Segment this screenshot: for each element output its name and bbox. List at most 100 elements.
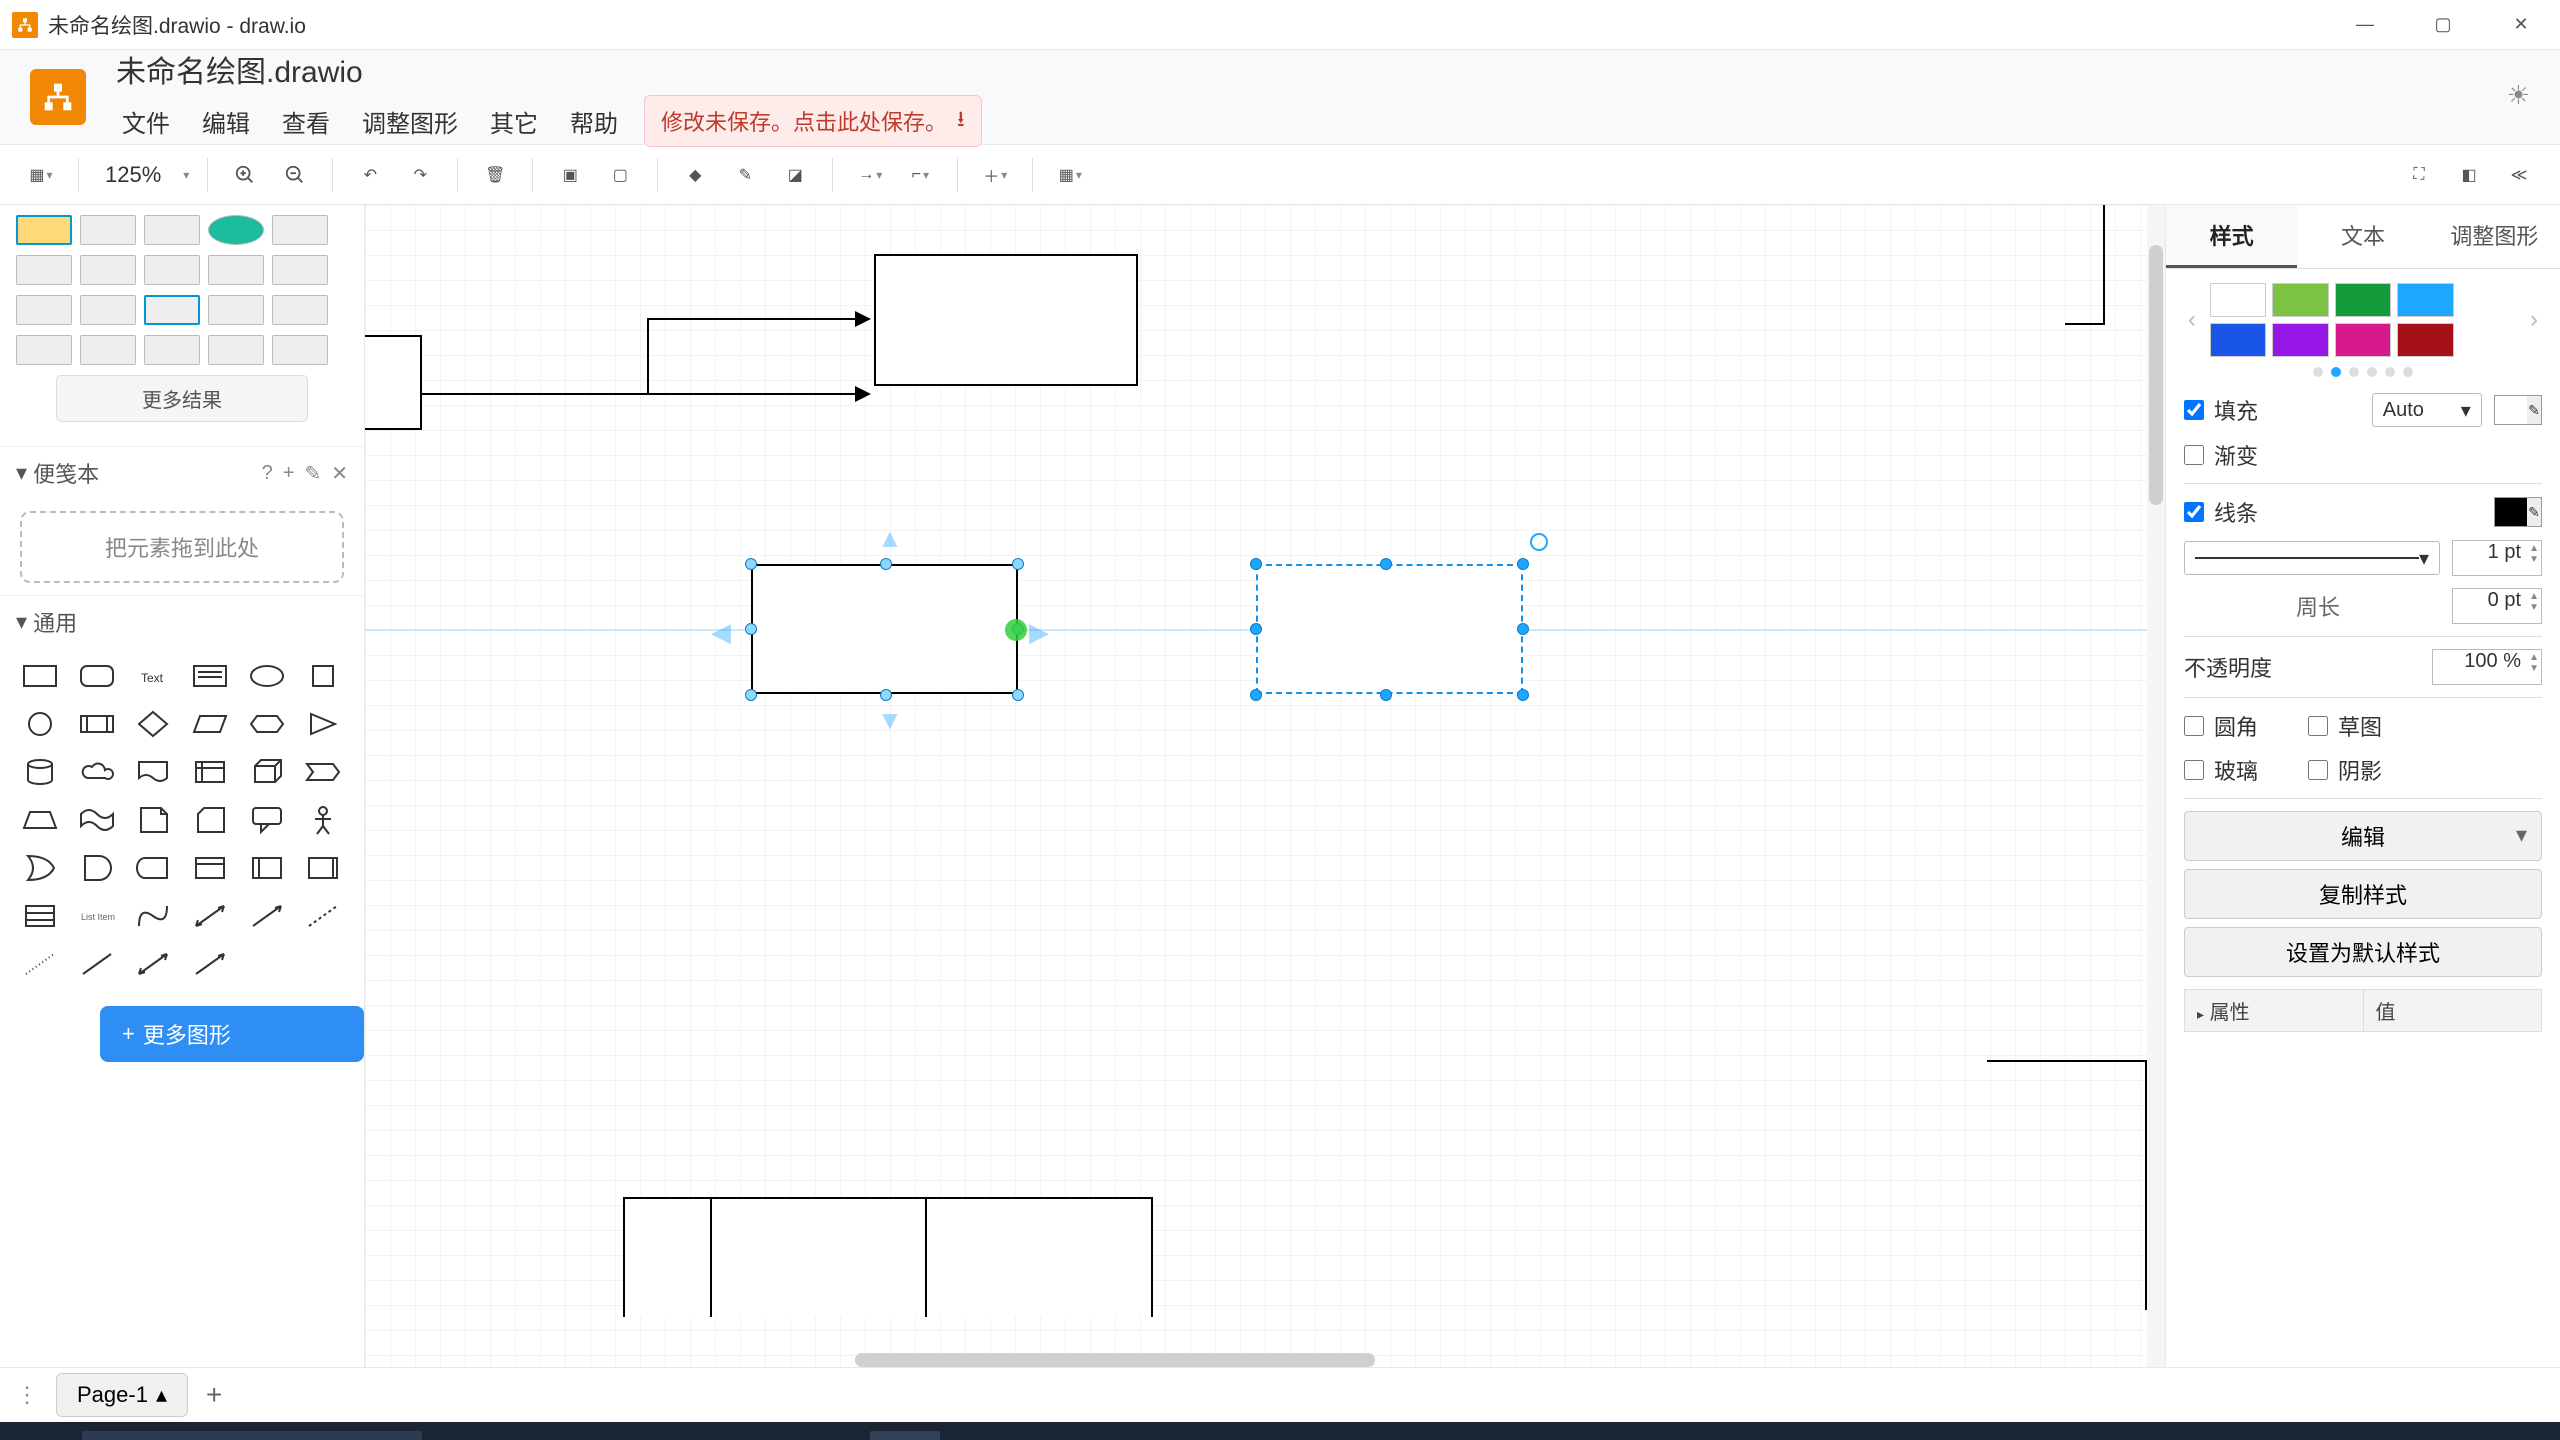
direction-hint-icon[interactable]: ▲ xyxy=(877,523,903,554)
shape-dotline[interactable] xyxy=(16,944,64,984)
fill-color-icon[interactable]: ◆ xyxy=(676,156,714,194)
general-header[interactable]: ▾ 通用 xyxy=(0,595,364,648)
connection-icon[interactable]: →▾ xyxy=(851,156,889,194)
taskbar-wps[interactable]: W xyxy=(722,1431,792,1440)
to-back-icon[interactable]: ▢ xyxy=(601,156,639,194)
canvas-scrollbar-h[interactable] xyxy=(855,1353,1375,1367)
shape-cylinder[interactable] xyxy=(16,752,64,792)
shape-text[interactable]: Text xyxy=(129,656,177,696)
minimize-button[interactable]: — xyxy=(2326,0,2404,50)
shape-parallelogram[interactable] xyxy=(186,704,234,744)
shape-thumb[interactable] xyxy=(80,255,136,285)
tab-style[interactable]: 样式 xyxy=(2166,205,2297,268)
view-dropdown[interactable]: ▦▾ xyxy=(22,156,60,194)
menu-edit[interactable]: 编辑 xyxy=(196,100,256,143)
taskbar-app[interactable]: 📘 xyxy=(648,1431,718,1440)
shape-note[interactable] xyxy=(129,800,177,840)
shape-bidir[interactable] xyxy=(129,944,177,984)
taskbar-search[interactable]: 🔍搜索 xyxy=(82,1431,422,1440)
shape-arrow[interactable] xyxy=(243,896,291,936)
taskbar-app[interactable]: 🎨 xyxy=(426,1431,496,1440)
shadow-toggle[interactable]: 阴影 xyxy=(2308,754,2382,786)
menu-file[interactable]: 文件 xyxy=(116,100,176,143)
scratchpad-drop[interactable]: 把元素拖到此处 xyxy=(20,511,344,583)
shape-and[interactable] xyxy=(73,848,121,888)
swatch[interactable] xyxy=(2210,283,2266,317)
shape-tape[interactable] xyxy=(73,800,121,840)
shape-thumb[interactable] xyxy=(144,295,200,325)
shape-thumb[interactable] xyxy=(208,335,264,365)
shape-thumb[interactable] xyxy=(80,335,136,365)
waypoint-icon[interactable]: ⌐▾ xyxy=(901,156,939,194)
to-front-icon[interactable]: ▣ xyxy=(551,156,589,194)
shape-circle[interactable] xyxy=(16,704,64,744)
line-style-select[interactable]: ▾ xyxy=(2184,541,2440,575)
shape-thumb[interactable] xyxy=(144,215,200,245)
shape-document[interactable] xyxy=(129,752,177,792)
swatch[interactable] xyxy=(2335,283,2391,317)
shape-thumb[interactable] xyxy=(16,255,72,285)
clock[interactable]: 10:54 PM 12/29/2023 xyxy=(2405,1437,2505,1440)
edge[interactable] xyxy=(647,318,857,320)
fill-color-chip[interactable]: ✎ xyxy=(2494,395,2542,425)
taskbar-app[interactable]: S xyxy=(796,1431,866,1440)
shape-container[interactable] xyxy=(186,848,234,888)
redo-icon[interactable]: ↷ xyxy=(401,156,439,194)
connection-point[interactable] xyxy=(1005,619,1027,641)
shape-or[interactable] xyxy=(16,848,64,888)
shape-step[interactable] xyxy=(299,752,347,792)
shape-thumb[interactable] xyxy=(144,255,200,285)
shape-textbox[interactable] xyxy=(186,656,234,696)
shape-thumb[interactable] xyxy=(208,255,264,285)
shadow-icon[interactable]: ◪ xyxy=(776,156,814,194)
diagram-rect[interactable] xyxy=(751,564,1018,694)
pages-menu-icon[interactable]: ⋮ xyxy=(16,1382,38,1408)
shape-curve[interactable] xyxy=(129,896,177,936)
perimeter-input[interactable]: 0 pt▲▼ xyxy=(2452,588,2542,624)
shape-callout[interactable] xyxy=(243,800,291,840)
opacity-input[interactable]: 100 %▲▼ xyxy=(2432,649,2542,685)
fill-toggle[interactable]: 填充 xyxy=(2184,394,2258,426)
swatch-prev[interactable]: ‹ xyxy=(2184,306,2200,334)
menu-view[interactable]: 查看 xyxy=(276,100,336,143)
maximize-button[interactable]: ▢ xyxy=(2404,0,2482,50)
start-button[interactable]: ⊞ xyxy=(8,1431,78,1440)
shape-diamond[interactable] xyxy=(129,704,177,744)
collapse-icon[interactable]: ≪ xyxy=(2500,156,2538,194)
shape-thumb[interactable] xyxy=(208,215,264,245)
document-title[interactable]: 未命名绘图.drawio xyxy=(116,47,982,91)
zoom-in-icon[interactable] xyxy=(226,156,264,194)
more-shapes-button[interactable]: +更多图形 xyxy=(100,1006,364,1062)
shape-thumb[interactable] xyxy=(16,295,72,325)
line-width-input[interactable]: 1 pt▲▼ xyxy=(2452,540,2542,576)
shape-thumb[interactable] xyxy=(16,335,72,365)
add-icon[interactable]: + xyxy=(283,462,295,485)
shape-thumb[interactable] xyxy=(16,215,72,245)
fill-mode-select[interactable]: Auto▾ xyxy=(2372,393,2482,427)
shape-thumb[interactable] xyxy=(80,295,136,325)
swatch-next[interactable]: › xyxy=(2526,306,2542,334)
format-panel-icon[interactable]: ◧ xyxy=(2450,156,2488,194)
shape-internal[interactable] xyxy=(186,752,234,792)
shape-dirarrow[interactable] xyxy=(186,944,234,984)
shape-thumb[interactable] xyxy=(144,335,200,365)
save-notice[interactable]: 修改未保存。点击此处保存。⭳ xyxy=(644,95,982,147)
edge[interactable] xyxy=(422,393,857,395)
properties-header[interactable]: ▸ 属性 值 xyxy=(2184,989,2542,1032)
fullscreen-icon[interactable]: ⛶ xyxy=(2400,156,2438,194)
swatch[interactable] xyxy=(2272,323,2328,357)
page-tab[interactable]: Page-1▴ xyxy=(56,1373,188,1417)
direction-hint-icon[interactable]: ▼ xyxy=(877,705,903,736)
shape-ellipse[interactable] xyxy=(243,656,291,696)
shape-square[interactable] xyxy=(299,656,347,696)
delete-icon[interactable]: 🗑 xyxy=(476,156,514,194)
edit-style-button[interactable]: 编辑▾ xyxy=(2184,811,2542,861)
shape-rect[interactable] xyxy=(16,656,64,696)
taskbar-edge[interactable]: 🌐 xyxy=(500,1431,570,1440)
line-toggle[interactable]: 线条 xyxy=(2184,496,2258,528)
swatch[interactable] xyxy=(2272,283,2328,317)
glass-toggle[interactable]: 玻璃 xyxy=(2184,754,2258,786)
gradient-toggle[interactable]: 渐变 xyxy=(2184,439,2258,471)
rotate-handle[interactable] xyxy=(1530,533,1548,551)
table-icon[interactable]: ▦▾ xyxy=(1051,156,1089,194)
